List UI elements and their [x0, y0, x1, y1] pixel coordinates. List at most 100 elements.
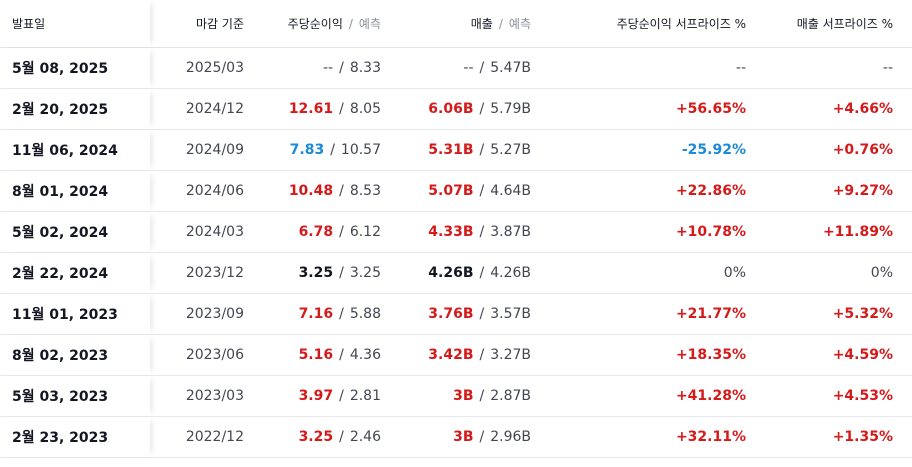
row-eps: 3.25 / 2.46	[299, 417, 381, 457]
table-row: 5월 03, 2023 2023/03 3.97 / 2.81 3B / 2.8…	[0, 376, 912, 417]
row-revenue-separator: /	[479, 306, 485, 322]
row-revenue-forecast: 5.47B	[490, 60, 531, 76]
table-body: 5월 08, 2025 2025/03 -- / 8.33 -- / 5.47B…	[0, 48, 912, 458]
row-eps-forecast: 8.05	[349, 101, 381, 117]
row-revenue: 6.06B / 5.79B	[428, 89, 531, 129]
row-eps-forecast: 4.36	[349, 347, 381, 363]
row-revenue: 3.76B / 3.57B	[428, 294, 531, 334]
row-revenue-actual: 4.33B	[428, 224, 474, 240]
row-eps-forecast: 8.53	[349, 183, 381, 199]
row-eps-surprise: +21.77%	[675, 306, 746, 322]
row-revenue-forecast: 2.87B	[490, 388, 531, 404]
row-period: 2023/06	[185, 347, 244, 363]
row-revenue-surprise: +4.66%	[832, 101, 893, 117]
row-revenue-actual: 4.26B	[428, 265, 474, 281]
row-revenue-actual: --	[463, 60, 474, 76]
row-eps-surprise: 0%	[723, 265, 746, 281]
row-revenue-actual: 5.07B	[428, 183, 474, 199]
table-row: 11월 06, 2024 2024/09 7.83 / 10.57 5.31B …	[0, 130, 912, 171]
row-eps-forecast: 10.57	[340, 142, 381, 158]
row-eps-forecast: 2.81	[349, 388, 381, 404]
table-row: 2월 22, 2024 2023/12 3.25 / 3.25 4.26B / …	[0, 253, 912, 294]
row-period: 2024/12	[185, 101, 244, 117]
header-revenue-label: 매출	[470, 17, 493, 31]
row-eps-separator: /	[339, 183, 344, 199]
row-revenue-forecast: 4.26B	[490, 265, 531, 281]
row-revenue-forecast: 2.96B	[490, 429, 531, 445]
table-row: 11월 01, 2023 2023/09 7.16 / 5.88 3.76B /…	[0, 294, 912, 335]
row-revenue-surprise: +4.59%	[832, 347, 893, 363]
row-period: 2022/12	[185, 429, 244, 445]
row-eps-surprise: +56.65%	[675, 101, 746, 117]
row-revenue-separator: /	[479, 101, 485, 117]
row-date: 11월 06, 2024	[12, 143, 118, 159]
row-eps-surprise: +41.28%	[675, 388, 746, 404]
row-revenue-surprise: +9.27%	[832, 183, 893, 199]
row-eps-surprise: +10.78%	[675, 224, 746, 240]
row-eps-separator: /	[339, 265, 344, 281]
row-eps-actual: 3.25	[298, 265, 334, 281]
row-revenue-forecast: 4.64B	[490, 183, 531, 199]
row-period: 2024/09	[185, 142, 244, 158]
row-eps-surprise: --	[735, 60, 746, 76]
row-eps-actual: 5.16	[298, 347, 334, 363]
row-revenue-separator: /	[479, 224, 485, 240]
row-eps-actual: 6.78	[298, 224, 334, 240]
row-date: 8월 02, 2023	[12, 348, 109, 364]
row-eps-forecast: 6.12	[349, 224, 381, 240]
row-eps-actual: 7.16	[298, 306, 334, 322]
row-revenue: 5.07B / 4.64B	[428, 171, 531, 211]
row-period: 2023/03	[185, 388, 244, 404]
row-revenue-surprise: +11.89%	[822, 224, 893, 240]
row-eps: 6.78 / 6.12	[299, 212, 381, 252]
row-eps-separator: /	[339, 306, 344, 322]
table-row: 8월 01, 2024 2024/06 10.48 / 8.53 5.07B /…	[0, 171, 912, 212]
header-revenue-separator: /	[498, 16, 503, 31]
row-revenue-actual: 3B	[453, 429, 474, 445]
row-eps: -- / 8.33	[323, 48, 381, 88]
row-period: 2024/06	[185, 183, 244, 199]
row-eps-separator: /	[339, 224, 344, 240]
row-revenue-forecast: 5.27B	[490, 142, 531, 158]
header-eps-forecast: 예측	[358, 17, 381, 31]
table-header: 발표일 마감 기준 주당순이익 / 예측 매출 / 예측 주당순이익 서프라이즈…	[0, 0, 912, 48]
row-eps-forecast: 5.88	[349, 306, 381, 322]
row-revenue-actual: 6.06B	[428, 101, 474, 117]
row-eps-separator: /	[339, 388, 344, 404]
row-revenue-forecast: 5.79B	[490, 101, 531, 117]
row-revenue-surprise: +4.53%	[832, 388, 893, 404]
row-date: 5월 08, 2025	[12, 61, 109, 77]
row-period: 2023/09	[185, 306, 244, 322]
row-date: 2월 20, 2025	[12, 102, 109, 118]
row-eps-separator: /	[330, 142, 335, 158]
row-date: 5월 02, 2024	[12, 225, 109, 241]
row-date: 5월 03, 2023	[12, 389, 109, 405]
row-revenue-forecast: 3.87B	[490, 224, 531, 240]
row-eps: 12.61 / 8.05	[289, 89, 381, 129]
row-eps-separator: /	[339, 347, 344, 363]
table-row: 5월 08, 2025 2025/03 -- / 8.33 -- / 5.47B…	[0, 48, 912, 89]
row-eps-actual: 12.61	[288, 101, 334, 117]
row-eps-separator: /	[339, 429, 344, 445]
row-eps: 7.83 / 10.57	[290, 130, 381, 170]
table-row: 5월 02, 2024 2024/03 6.78 / 6.12 4.33B / …	[0, 212, 912, 253]
row-eps: 5.16 / 4.36	[299, 335, 381, 375]
row-eps-forecast: 2.46	[349, 429, 381, 445]
row-revenue-forecast: 3.57B	[490, 306, 531, 322]
row-eps-forecast: 8.33	[349, 60, 381, 76]
row-revenue-forecast: 3.27B	[490, 347, 531, 363]
table-row: 8월 02, 2023 2023/06 5.16 / 4.36 3.42B / …	[0, 335, 912, 376]
row-date: 8월 01, 2024	[12, 184, 109, 200]
row-eps-surprise: +18.35%	[675, 347, 746, 363]
row-revenue: 3B / 2.96B	[453, 417, 531, 457]
row-eps-separator: /	[339, 60, 344, 76]
row-revenue: 5.31B / 5.27B	[428, 130, 531, 170]
row-period: 2024/03	[185, 224, 244, 240]
row-revenue-separator: /	[479, 347, 485, 363]
row-revenue: -- / 5.47B	[463, 48, 531, 88]
header-eps-label: 주당순이익	[287, 17, 343, 31]
row-eps-surprise: +22.86%	[675, 183, 746, 199]
row-eps: 3.97 / 2.81	[299, 376, 381, 416]
row-revenue-surprise: +5.32%	[832, 306, 893, 322]
row-revenue-separator: /	[479, 429, 485, 445]
